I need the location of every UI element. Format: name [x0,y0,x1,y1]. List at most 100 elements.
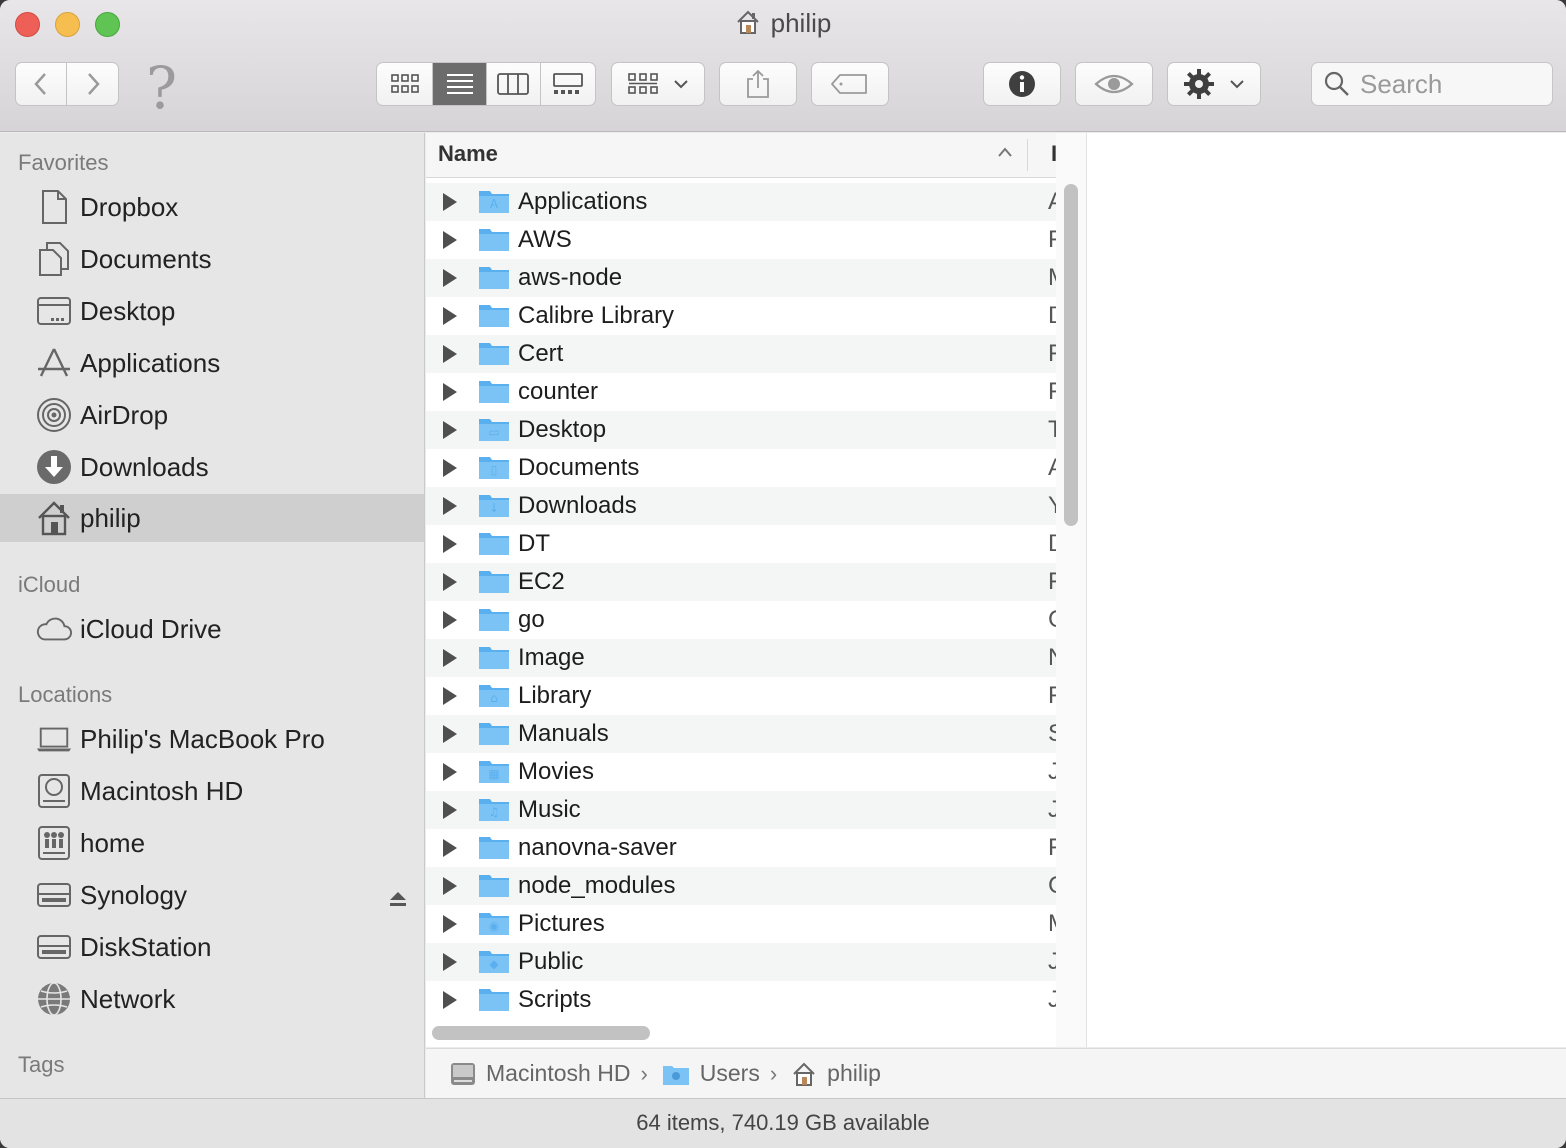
preview-pane [1087,133,1566,1047]
disclosure-triangle-icon[interactable] [443,535,457,553]
applications-icon [36,345,72,381]
sidebar-item-network[interactable]: Network [0,975,424,1023]
sidebar-item-dropbox[interactable]: Dropbox [0,183,424,231]
table-row[interactable]: Calibre Library D [426,297,1056,335]
sidebar-item-documents[interactable]: Documents [0,235,424,283]
disclosure-triangle-icon[interactable] [443,497,457,515]
sort-ascending-icon[interactable] [996,145,1014,164]
tags-button[interactable] [811,62,889,106]
table-row[interactable]: DT D [426,525,1056,563]
sidebar-item-icloud-drive[interactable]: iCloud Drive [0,605,424,653]
table-row[interactable]: aws-node M [426,259,1056,297]
sidebar-item-macintosh-hd[interactable]: Macintosh HD [0,767,424,815]
truncated-column-cell: J [1048,948,1056,975]
columns-icon [497,73,530,95]
disclosure-triangle-icon[interactable] [443,877,457,895]
truncated-column-cell: J [1048,986,1056,1013]
disclosure-triangle-icon[interactable] [443,915,457,933]
sidebar-item-desktop[interactable]: Desktop [0,287,424,335]
table-row[interactable]: Image N [426,639,1056,677]
sidebar-item-philip[interactable]: philip [0,494,424,542]
get-info-button[interactable] [983,62,1061,106]
table-row[interactable]: Scripts J [426,981,1056,1019]
path-item-philip[interactable]: philip [791,1060,881,1087]
disclosure-triangle-icon[interactable] [443,383,457,401]
search-icon [1324,71,1349,96]
path-item-label: Macintosh HD [486,1060,631,1086]
icon-view-button[interactable] [377,63,434,105]
action-menu-button[interactable] [1167,62,1261,106]
sidebar-item-applications[interactable]: Applications [0,339,424,387]
file-name: Applications [518,188,648,215]
table-row[interactable]: ▭ Desktop T [426,411,1056,449]
folder-icon: ◉ [478,910,510,943]
share-button[interactable] [719,62,797,106]
svg-text:▦: ▦ [488,767,499,781]
locations-header: Locations [18,682,113,707]
sidebar-item-macbook[interactable]: Philip's MacBook Pro [0,715,424,763]
folder-icon: ▭ [478,416,510,449]
disclosure-triangle-icon[interactable] [443,763,457,781]
disclosure-triangle-icon[interactable] [443,573,457,591]
folder-icon [478,340,510,373]
folder-icon: ⌂ [478,682,510,715]
column-divider[interactable] [1027,139,1028,171]
disclosure-triangle-icon[interactable] [443,839,457,857]
disclosure-triangle-icon[interactable] [443,801,457,819]
vertical-scrollbar[interactable] [1064,184,1078,526]
table-row[interactable]: A Applications A [426,183,1056,221]
gallery-view-button[interactable] [541,63,595,105]
sidebar-item-diskstation[interactable]: DiskStation [0,923,424,971]
disclosure-triangle-icon[interactable] [443,953,457,971]
disclosure-triangle-icon[interactable] [443,307,457,325]
column-view-button[interactable] [487,63,541,105]
table-row[interactable]: ◉ Pictures M [426,905,1056,943]
group-by-button[interactable] [611,62,705,106]
table-row[interactable]: Cert F [426,335,1056,373]
disclosure-triangle-icon[interactable] [443,649,457,667]
cloud-icon [36,611,72,647]
disclosure-triangle-icon[interactable] [443,231,457,249]
forward-button[interactable] [67,63,118,105]
table-row[interactable]: ⌂ Library F [426,677,1056,715]
disclosure-triangle-icon[interactable] [443,725,457,743]
sidebar-item-home[interactable]: home [0,819,424,867]
table-row[interactable]: ♫ Music J [426,791,1056,829]
disclosure-triangle-icon[interactable] [443,611,457,629]
table-row[interactable]: node_modules C [426,867,1056,905]
disclosure-triangle-icon[interactable] [443,991,457,1009]
table-row[interactable]: Manuals S [426,715,1056,753]
sidebar-item-airdrop[interactable]: AirDrop [0,391,424,439]
table-row[interactable]: ◆ Public J [426,943,1056,981]
eject-icon[interactable] [388,884,408,915]
sidebar-item-downloads[interactable]: Downloads [0,443,424,491]
globe-icon [36,981,72,1017]
sidebar-item-synology[interactable]: Synology [0,871,424,919]
disclosure-triangle-icon[interactable] [443,459,457,477]
disclosure-triangle-icon[interactable] [443,345,457,363]
list-view-button[interactable] [433,63,487,105]
table-row[interactable]: nanovna-saver F [426,829,1056,867]
table-row[interactable]: EC2 F [426,563,1056,601]
file-name: Desktop [518,416,607,443]
table-row[interactable]: AWS F [426,221,1056,259]
help-icon[interactable]: ? [146,54,177,122]
disclosure-triangle-icon[interactable] [443,687,457,705]
disclosure-triangle-icon[interactable] [443,193,457,211]
sidebar-item-label: DiskStation [80,931,212,962]
table-row[interactable]: go C [426,601,1056,639]
path-item-users[interactable]: Users [662,1060,760,1087]
table-row[interactable]: counter F [426,373,1056,411]
horizontal-scrollbar[interactable] [432,1026,650,1040]
search-field[interactable]: Search [1311,62,1553,106]
column-header-name[interactable]: Name [438,141,498,167]
path-item-macintosh-hd[interactable]: Macintosh HD [450,1060,630,1087]
back-button[interactable] [16,63,68,105]
quick-look-button[interactable] [1075,62,1153,106]
disclosure-triangle-icon[interactable] [443,421,457,439]
folder-icon: ↓ [478,492,510,525]
table-row[interactable]: ▯ Documents A [426,449,1056,487]
table-row[interactable]: ▦ Movies J [426,753,1056,791]
disclosure-triangle-icon[interactable] [443,269,457,287]
table-row[interactable]: ↓ Downloads Y [426,487,1056,525]
